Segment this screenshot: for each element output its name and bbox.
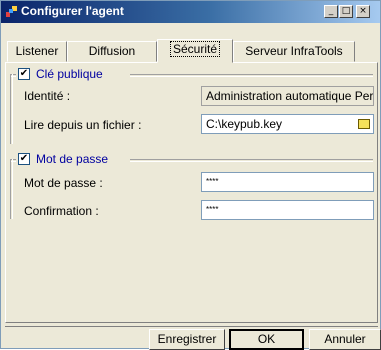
password-checkbox[interactable]: ✔ [18, 153, 30, 165]
agent-app-icon [6, 6, 17, 17]
public-key-legend: ✔ Clé publique [16, 66, 130, 82]
configure-agent-window: Configurer l'agent _ □ × Listener Diffus… [0, 0, 381, 350]
tab-label: Listener [15, 44, 59, 58]
password-group-frame-left [10, 159, 13, 219]
close-button[interactable]: × [356, 5, 370, 18]
tab-listener[interactable]: Listener [7, 41, 67, 62]
bottom-separator [5, 326, 378, 327]
identity-field: Administration automatique Per [201, 86, 374, 106]
password-group-label: Mot de passe [36, 152, 109, 166]
title-bar[interactable]: Configurer l'agent _ □ × [1, 1, 380, 23]
tab-label: Sécurité [169, 41, 221, 57]
save-button[interactable]: Enregistrer [149, 329, 225, 350]
identity-label: Identité : [24, 89, 71, 103]
maximize-button[interactable]: □ [339, 5, 353, 18]
key-file-input[interactable]: C:\keypub.key [201, 114, 374, 134]
minimize-icon: _ [328, 6, 334, 16]
minimize-button[interactable]: _ [324, 5, 338, 18]
window-title: Configurer l'agent [21, 4, 124, 18]
cancel-button[interactable]: Annuler [309, 329, 381, 350]
public-key-checkbox[interactable]: ✔ [18, 68, 30, 80]
close-icon: × [359, 6, 367, 16]
ok-button[interactable]: OK [229, 329, 304, 350]
tab-securite[interactable]: Sécurité [157, 39, 233, 63]
public-key-group-frame-left [10, 74, 13, 144]
security-tab-panel: ✔ Clé publique Identité : Administration… [5, 62, 378, 323]
tab-label: Diffusion [88, 44, 136, 58]
maximize-icon: □ [341, 6, 351, 16]
password-input[interactable]: **** [201, 172, 374, 192]
folder-icon[interactable] [358, 119, 370, 129]
save-button-label: Enregistrer [157, 332, 217, 346]
tab-label: Serveur InfraTools [245, 44, 343, 58]
tab-diffusion[interactable]: Diffusion [67, 41, 157, 62]
confirmation-input[interactable]: **** [201, 200, 374, 220]
tab-serveur-infratools[interactable]: Serveur InfraTools [233, 41, 355, 62]
cancel-button-label: Annuler [324, 332, 366, 346]
public-key-group-label: Clé publique [36, 67, 103, 81]
key-file-value: C:\keypub.key [206, 117, 283, 131]
password-legend: ✔ Mot de passe [16, 151, 130, 167]
file-label: Lire depuis un fichier : [24, 118, 142, 132]
password-label: Mot de passe : [24, 176, 103, 190]
ok-button-label: OK [257, 332, 276, 346]
confirmation-label: Confirmation : [24, 204, 99, 218]
